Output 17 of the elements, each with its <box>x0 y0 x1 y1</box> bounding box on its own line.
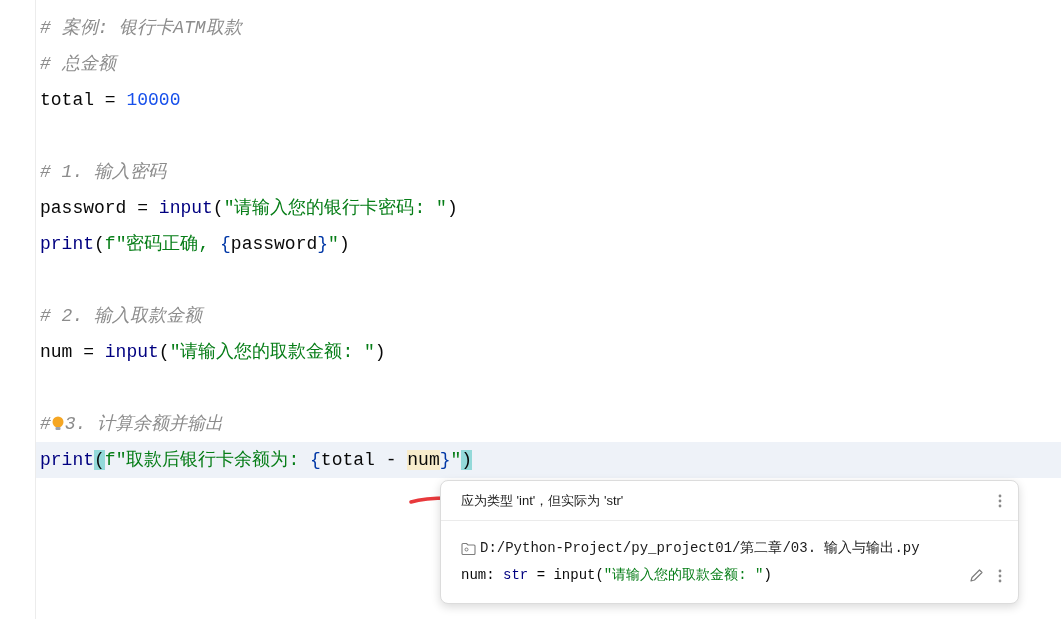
comment-mark: # <box>40 413 51 436</box>
code-line: print(f"取款后银行卡余额为: {total - num}") <box>40 449 473 472</box>
code-line: # 1. 输入密码 <box>40 161 166 184</box>
warning-message: 应为类型 'int'，但实际为 'str' <box>461 491 624 510</box>
lightbulb-icon[interactable] <box>51 416 64 432</box>
folder-icon <box>461 542 476 555</box>
more-icon[interactable] <box>998 568 1002 583</box>
file-path[interactable]: D:/Python-Project/py_project01/第二章/03. 输入与输出.py <box>480 538 920 559</box>
code-line: total = 10000 <box>40 89 181 112</box>
code-line: num = input("请输入您的取款金额: ") <box>40 341 386 364</box>
more-icon[interactable] <box>998 493 1002 508</box>
code-line: num: str = input("请输入您的取款金额: ") <box>461 566 772 585</box>
code-line: # 案例: 银行卡ATM取款 <box>40 16 242 40</box>
pencil-icon[interactable] <box>969 568 984 583</box>
code-line: password = input("请输入您的银行卡密码: ") <box>40 197 458 220</box>
code-line: print(f"密码正确, {password}") <box>40 233 350 256</box>
code-line: 3. 计算余额并输出 <box>64 413 224 436</box>
